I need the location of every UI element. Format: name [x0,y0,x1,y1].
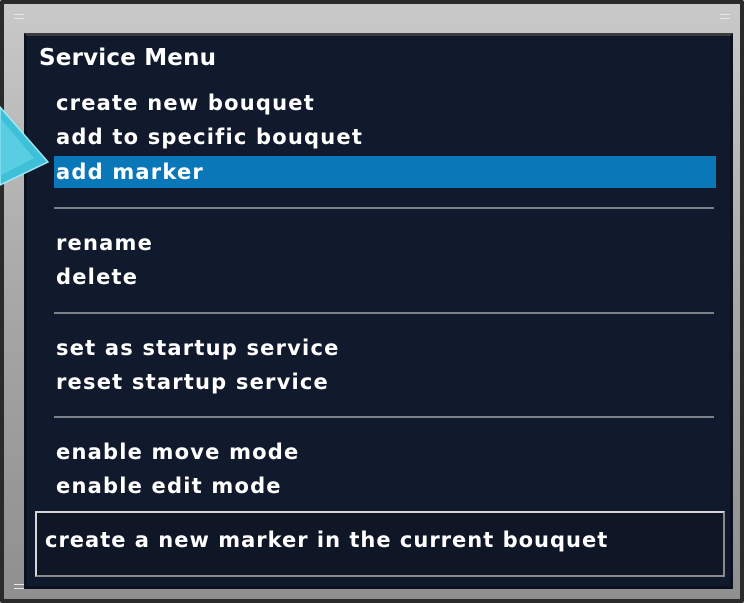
description-text: create a new marker in the current bouqu… [45,528,609,552]
frame-grip-bottom-left [14,584,24,589]
screen: Service Menu create new bouquet add to s… [0,0,744,603]
menu-item-add-marker[interactable]: add marker [54,156,716,188]
menu-item-delete[interactable]: delete [56,261,138,293]
menu-item-reset-startup-service[interactable]: reset startup service [56,366,329,398]
service-menu-panel: Service Menu create new bouquet add to s… [24,33,733,589]
menu-item-rename[interactable]: rename [56,227,153,259]
menu-separator [54,207,714,209]
window-frame: Service Menu create new bouquet add to s… [0,0,744,603]
menu-item-enable-move-mode[interactable]: enable move mode [56,436,299,468]
menu-separator [54,416,714,418]
menu-item-set-as-startup-service[interactable]: set as startup service [56,332,340,364]
menu-separator [54,312,714,314]
frame-grip-top-left [14,14,24,19]
menu-item-enable-edit-mode[interactable]: enable edit mode [56,470,282,502]
frame-grip-top-right [720,14,730,19]
menu-title: Service Menu [39,45,217,71]
menu-item-add-to-specific-bouquet[interactable]: add to specific bouquet [56,121,363,153]
description-box: create a new marker in the current bouqu… [35,511,725,577]
menu-item-create-new-bouquet[interactable]: create new bouquet [56,87,315,119]
